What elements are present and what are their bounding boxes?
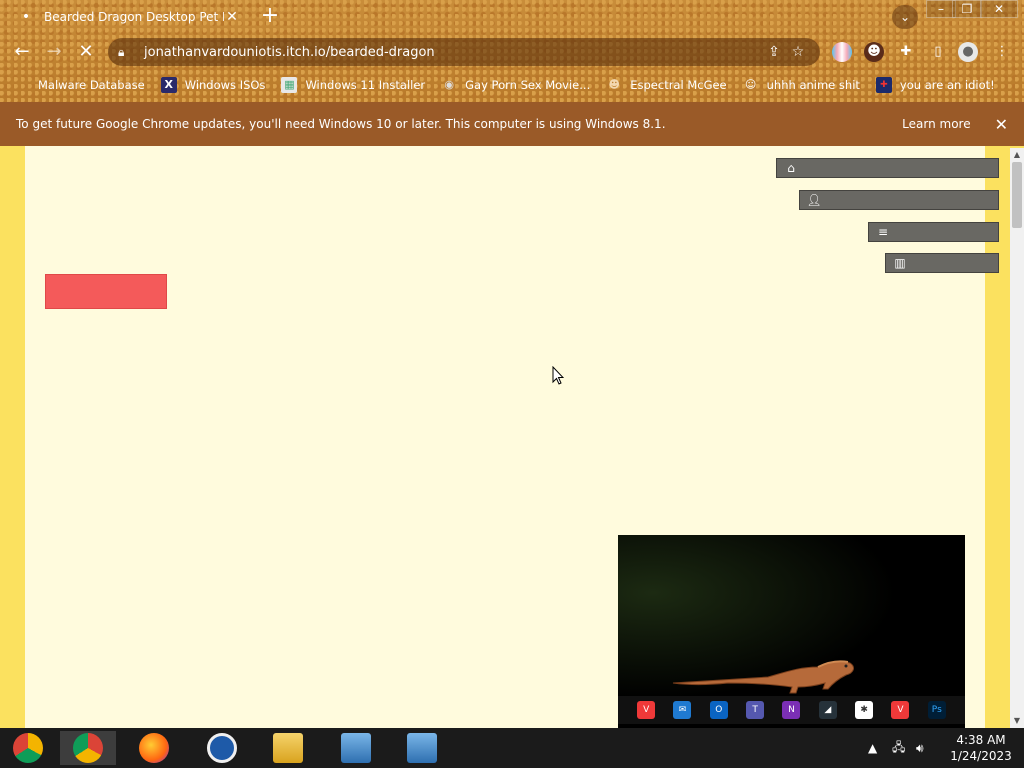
character-icon: ☻ xyxy=(608,78,620,91)
page-viewport: ⌂ 👤︎ ≡ ▥ V ✉ O T N ◢ ✱ V Ps xyxy=(0,146,1024,728)
menu-dots-icon[interactable]: ⋮ xyxy=(992,42,1012,62)
infobar-message: To get future Google Chrome updates, you… xyxy=(16,117,666,131)
extension-flag-icon[interactable] xyxy=(832,42,852,62)
map-icon: ▥ xyxy=(894,256,906,270)
chrome-canary-icon xyxy=(13,733,43,763)
slack-icon: ✱ xyxy=(855,701,874,719)
url-text[interactable]: jonathanvardouniotis.itch.io/bearded-dra… xyxy=(144,45,762,60)
internet-explorer-icon xyxy=(207,733,237,763)
tab-close-icon[interactable]: ✕ xyxy=(224,9,240,25)
system-clock[interactable]: 4:38 AM 1/24/2023 xyxy=(946,732,1016,764)
store-button[interactable]: ⌂ xyxy=(776,158,999,178)
bookmark-item[interactable]: ☻ Espectral McGee xyxy=(606,77,727,93)
bookmark-label: Malware Database xyxy=(38,78,145,92)
photoshop-icon: Ps xyxy=(927,701,946,719)
forward-button[interactable]: → xyxy=(42,40,66,64)
taskbar-file-explorer[interactable] xyxy=(260,731,316,765)
folder-icon xyxy=(14,77,30,93)
lock-icon[interactable]: 🔒︎ xyxy=(118,45,134,60)
chrome-icon xyxy=(73,733,103,763)
x-icon: X xyxy=(160,77,177,93)
infobar-close-icon[interactable]: ✕ xyxy=(995,115,1008,134)
taskbar-setup-1[interactable] xyxy=(328,731,384,765)
show-hidden-icons-icon[interactable]: ▲ xyxy=(868,728,877,768)
folder-icon xyxy=(273,733,303,763)
image-icon: ▦ xyxy=(281,77,298,93)
clock-date: 1/24/2023 xyxy=(950,749,1012,763)
mail-icon: ✉ xyxy=(673,701,692,719)
browser-tab[interactable]: • Bearded Dragon Desktop Pet Lizard ✕ xyxy=(10,2,248,32)
clock-time: 4:38 AM xyxy=(956,733,1006,747)
volume-icon[interactable]: 🔊︎ xyxy=(916,728,924,768)
installer-icon xyxy=(407,733,437,763)
side-panel-icon[interactable]: ▯ xyxy=(928,42,948,62)
taskbar-firefox[interactable] xyxy=(126,731,182,765)
windows-taskbar: ▲ 🖧︎ 🔊︎ 4:38 AM 1/24/2023 xyxy=(0,728,1024,768)
app-icon: ◢ xyxy=(818,701,837,719)
installer-icon xyxy=(341,733,371,763)
scroll-up-arrow-icon[interactable]: ▲ xyxy=(1010,148,1024,162)
taskbar-chrome-canary[interactable] xyxy=(0,731,56,765)
bookmark-item[interactable]: X Windows ISOs xyxy=(160,77,266,93)
scroll-thumb[interactable] xyxy=(1012,162,1022,228)
profile-avatar-icon[interactable]: ● xyxy=(958,42,978,62)
bookmark-item[interactable]: ▦ Windows 11 Installer xyxy=(281,77,425,93)
add-to-collection-button[interactable]: ≡ xyxy=(868,222,999,242)
taskbar-chrome[interactable] xyxy=(60,731,116,765)
extensions-puzzle-icon[interactable]: ✚ xyxy=(896,42,916,62)
vivaldi-icon: V xyxy=(891,701,910,719)
mouse-cursor-icon xyxy=(552,366,564,385)
update-infobar: To get future Google Chrome updates, you… xyxy=(0,102,1024,146)
teams-icon: T xyxy=(746,701,765,719)
extension-avatar-icon[interactable]: ☻ xyxy=(864,42,884,62)
firefox-icon xyxy=(139,733,169,763)
loading-dot-icon: • xyxy=(21,9,31,25)
follow-button[interactable]: 👤︎ xyxy=(799,190,999,210)
maximize-button[interactable]: ❐ xyxy=(952,0,982,18)
new-tab-button[interactable]: + xyxy=(258,5,282,29)
back-button[interactable]: ← xyxy=(10,40,34,64)
bookmark-label: uhhh anime shit xyxy=(766,78,860,92)
address-bar[interactable]: 🔒︎ jonathanvardouniotis.itch.io/bearded-… xyxy=(108,38,820,66)
video-mini-taskbar: V ✉ O T N ◢ ✱ V Ps xyxy=(618,696,965,724)
bearded-dragon-image xyxy=(672,660,854,694)
bookmarks-bar: Malware Database X Windows ISOs ▦ Window… xyxy=(0,72,1024,98)
close-window-button[interactable]: ✕ xyxy=(980,0,1018,18)
page-scrollbar[interactable]: ▲ ▼ xyxy=(1010,148,1024,728)
download-button[interactable] xyxy=(45,274,167,309)
vivaldi-icon: V xyxy=(637,701,656,719)
scroll-down-arrow-icon[interactable]: ▼ xyxy=(1010,714,1024,728)
outlook-icon: O xyxy=(709,701,728,719)
page-content: ⌂ 👤︎ ≡ ▥ V ✉ O T N ◢ ✱ V Ps xyxy=(25,146,999,728)
anime-icon: ☺ xyxy=(744,78,757,91)
bookmark-label: Windows ISOs xyxy=(184,78,266,92)
network-icon[interactable]: 🖧︎ xyxy=(892,728,905,768)
taskbar-internet-explorer[interactable] xyxy=(194,731,250,765)
bookmark-item[interactable]: ◉ Gay Porn Sex Movie... xyxy=(441,77,590,93)
bookmark-item[interactable]: ✚ you are an idiot! xyxy=(875,77,995,93)
taskbar-setup-2[interactable] xyxy=(394,731,450,765)
bookmark-label: Gay Porn Sex Movie... xyxy=(465,78,591,92)
add-to-list-icon: ≡ xyxy=(877,225,889,239)
bookmark-star-icon[interactable]: ☆ xyxy=(786,44,810,60)
tab-search-button[interactable]: ⌄ xyxy=(892,5,918,29)
flag-icon: ✚ xyxy=(875,77,892,93)
bookmark-label: you are an idiot! xyxy=(899,78,995,92)
learn-more-link[interactable]: Learn more xyxy=(902,117,970,131)
user-plus-icon: 👤︎ xyxy=(806,193,822,207)
browser-toolbar: ← → ✕ 🔒︎ jonathanvardouniotis.itch.io/be… xyxy=(0,34,1024,70)
bookmark-label: Windows 11 Installer xyxy=(305,78,426,92)
share-icon[interactable]: ⇪ xyxy=(762,44,786,60)
stop-loading-button[interactable]: ✕ xyxy=(74,40,98,64)
onenote-icon: N xyxy=(782,701,801,719)
view-map-button[interactable]: ▥ xyxy=(885,253,999,273)
bookmark-item[interactable]: Malware Database xyxy=(14,77,145,93)
store-icon: ⌂ xyxy=(787,161,795,175)
tab-title: Bearded Dragon Desktop Pet Lizard xyxy=(44,10,224,24)
browser-frame: • Bearded Dragon Desktop Pet Lizard ✕ + … xyxy=(0,0,1024,102)
bookmark-label: Espectral McGee xyxy=(630,78,727,92)
bookmark-item[interactable]: ☺ uhhh anime shit xyxy=(743,77,860,93)
video-player[interactable]: V ✉ O T N ◢ ✱ V Ps xyxy=(618,535,965,728)
cd-icon: ◉ xyxy=(444,78,454,91)
